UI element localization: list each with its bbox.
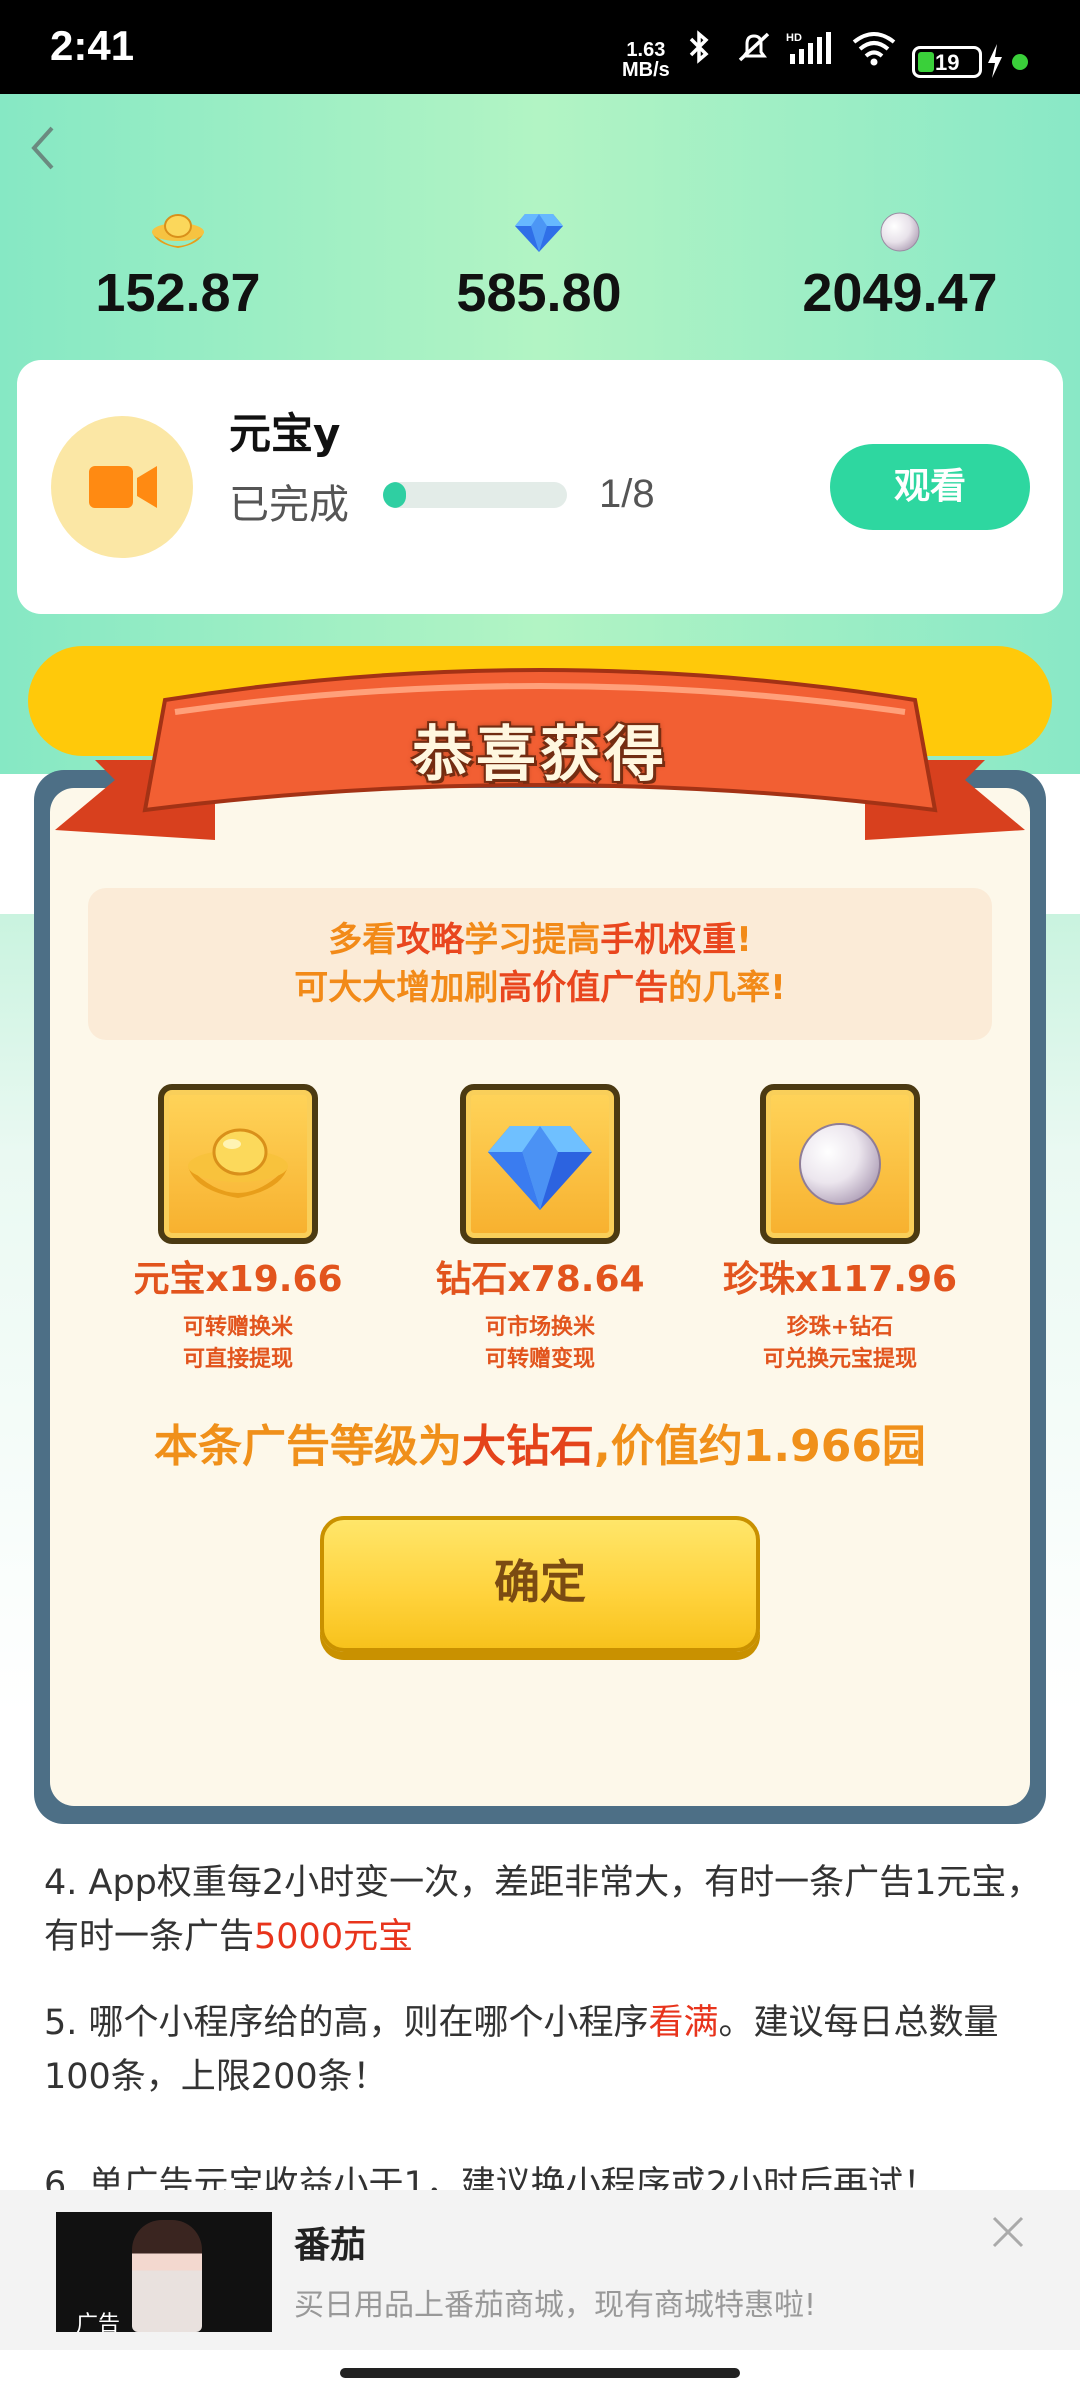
charging-icon <box>988 44 1002 78</box>
reward-amount: 钻石x78.64 <box>435 1259 645 1300</box>
silent-mode-icon <box>738 32 770 62</box>
wifi-icon <box>852 32 896 66</box>
pearl-balance: 2049.47 <box>750 210 1050 324</box>
dialog-title: 恭喜获得 <box>412 720 668 790</box>
svg-text:HD: HD <box>786 32 802 44</box>
gesture-bar <box>0 2350 1080 2400</box>
diamond-balance: 585.80 <box>389 210 689 324</box>
ad-description: 买日用品上番茄商城，现有商城特惠啦! <box>294 2288 817 2323</box>
status-time: 2:41 <box>50 22 135 69</box>
tip-4: 4. App权重每2小时变一次，差距非常大，有时一条广告1元宝，有时一条广告50… <box>44 1863 1042 1957</box>
status-bar: 2:41 1.63 MB/s HD 19 <box>0 0 1080 94</box>
pearl-icon <box>880 212 920 252</box>
reward-diamond: 钻石x78.64 可市场换米 可转赠变现 <box>390 1084 690 1376</box>
battery-indicator: 19 <box>912 46 982 78</box>
cellular-signal-icon: HD <box>786 32 831 64</box>
hint-box: 多看攻略学习提高手机权重! 可大大增加刷高价值广告的几率! <box>88 888 992 1040</box>
bluetooth-icon <box>689 30 709 64</box>
task-progress-fill <box>383 482 406 508</box>
tip-6: 6. 单广告元宝收益小于1，建议换小程序或2小时后再试！ <box>44 2165 939 2190</box>
video-camera-icon <box>89 466 157 508</box>
gold-ingot-icon <box>152 214 204 248</box>
ad-label: 广告 <box>76 2312 121 2332</box>
task-avatar <box>51 416 193 558</box>
ad-banner[interactable]: 广告 番茄 买日用品上番茄商城，现有商城特惠啦! <box>0 2190 1080 2350</box>
reward-amount: 珍珠x117.96 <box>722 1259 958 1300</box>
tip-5: 5. 哪个小程序给的高，则在哪个小程序看满。建议每日总数量100条，上限200条… <box>44 2003 999 2097</box>
ad-thumbnail[interactable]: 广告 <box>56 2212 272 2332</box>
ad-title: 番茄 <box>294 2225 367 2266</box>
ad-value-summary: 本条广告等级为大钻石,价值约1.966园 <box>154 1421 926 1472</box>
watch-button[interactable]: 观看 <box>830 444 1030 530</box>
back-arrow-icon[interactable] <box>18 118 78 178</box>
gold-balance: 152.87 <box>28 210 328 324</box>
task-progress-bar <box>383 482 567 508</box>
task-count: 1/8 <box>599 472 655 516</box>
tips-list: 4. App权重每2小时变一次，差距非常大，有时一条广告1元宝，有时一条广告50… <box>44 1856 1044 2136</box>
reward-amount: 元宝x19.66 <box>133 1259 343 1300</box>
pearl-icon <box>799 1123 881 1205</box>
diamond-icon <box>488 1126 592 1210</box>
home-indicator[interactable] <box>340 2368 740 2378</box>
task-card: 元宝y 已完成 1/8 观看 <box>17 360 1063 614</box>
gold-ingot-icon <box>188 1128 288 1198</box>
diamond-icon <box>515 214 563 252</box>
privacy-dot <box>1012 54 1028 70</box>
confirm-button[interactable]: 确定 <box>320 1516 760 1652</box>
reward-pearl: 珍珠x117.96 珍珠+钻石 可兑换元宝提现 <box>690 1084 990 1376</box>
close-icon[interactable] <box>988 2212 1028 2252</box>
reward-gold: 元宝x19.66 可转赠换米 可直接提现 <box>88 1084 388 1376</box>
network-speed: 1.63 MB/s <box>622 39 670 81</box>
task-title: 元宝y <box>229 409 341 458</box>
task-status: 已完成 <box>229 482 349 528</box>
